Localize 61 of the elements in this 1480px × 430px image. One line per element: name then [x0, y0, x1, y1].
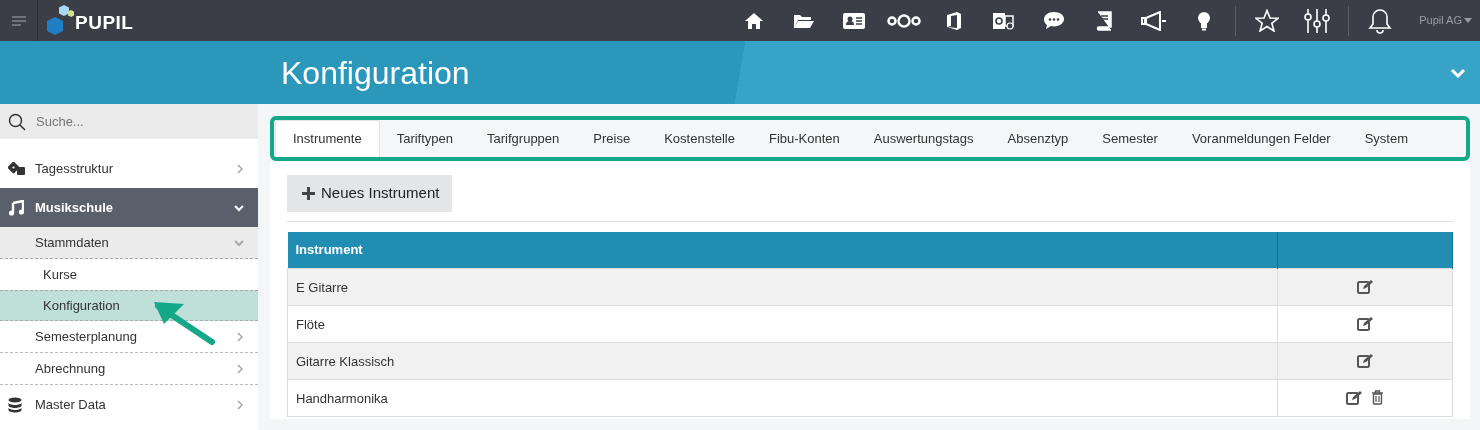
search-icon [8, 112, 26, 131]
sidebar-item[interactable]: Semesterplanung [0, 321, 258, 353]
notification-bell-icon[interactable] [1368, 7, 1393, 34]
chevron-down-icon [234, 239, 244, 247]
user-menu[interactable]: Pupil AG [1419, 12, 1462, 29]
search-field[interactable]: Suche... [0, 104, 258, 139]
folder-icon[interactable] [793, 12, 816, 29]
chevron-right-icon [237, 164, 244, 175]
sidebar-item[interactable]: Stammdaten [0, 227, 258, 259]
tab[interactable]: Absenztyp [990, 120, 1086, 157]
music-note-icon [8, 199, 24, 216]
database-icon [8, 396, 22, 413]
contact-card-icon[interactable] [843, 12, 866, 29]
star-icon[interactable] [1255, 9, 1280, 32]
sidebar-item[interactable]: Tagesstruktur [0, 149, 258, 188]
new-instrument-button[interactable]: Neues Instrument [287, 175, 453, 212]
sidebar-item[interactable]: Master Data [0, 385, 258, 424]
chevron-right-icon [237, 400, 244, 411]
tab[interactable]: Auswertungstags [856, 120, 991, 157]
edit-icon[interactable] [1356, 352, 1374, 368]
logo-text: PUPIL [75, 11, 134, 35]
chevron-down-icon [234, 204, 244, 212]
tab[interactable]: Semester [1085, 120, 1175, 157]
table-cell: Handharmonika [287, 379, 1278, 417]
tab[interactable]: Preise [576, 120, 648, 157]
caret-icon[interactable] [1464, 18, 1472, 23]
search-field[interactable]: Suche... [34, 110, 234, 133]
mail-calendar-icon[interactable] [993, 10, 1016, 31]
tab[interactable]: System [1347, 120, 1425, 157]
sidebar-item[interactable]: Konfiguration [0, 290, 258, 321]
home-icon[interactable] [744, 11, 765, 30]
edit-icon[interactable] [1346, 389, 1363, 405]
chevron-right-icon [237, 332, 244, 343]
column-header: Instrument [287, 231, 1278, 269]
tab[interactable]: Tariftypen [379, 120, 471, 157]
tab[interactable]: Kostenstelle [647, 120, 752, 157]
tab[interactable]: Instrumente [275, 120, 380, 157]
plus-icon [302, 186, 315, 200]
page-title: Konfiguration [281, 53, 471, 93]
trash-icon[interactable] [1371, 389, 1384, 405]
edit-icon[interactable] [1356, 278, 1374, 294]
logo-icon [46, 3, 74, 38]
sidebar-item[interactable]: Kurse [0, 259, 258, 290]
office-icon[interactable] [946, 10, 963, 31]
dice-icon [8, 161, 26, 176]
edit-icon[interactable] [1356, 315, 1374, 331]
sliders-icon[interactable] [1304, 7, 1331, 34]
megaphone-icon[interactable] [1141, 10, 1168, 31]
tab[interactable]: Tarifgruppen [470, 120, 577, 157]
rings-icon[interactable] [887, 13, 922, 28]
lightbulb-icon[interactable] [1197, 10, 1212, 31]
table-cell: Gitarre Klassisch [287, 342, 1278, 380]
sidebar-item[interactable]: Musikschule [0, 188, 258, 227]
tab[interactable]: Fibu-Konten [752, 120, 857, 157]
tab[interactable]: Voranmeldungen Felder [1174, 120, 1348, 157]
sidebar-item[interactable]: Abrechnung [0, 353, 258, 385]
chat-icon[interactable] [1043, 11, 1066, 30]
table-cell: E Gitarre [287, 268, 1278, 306]
table-cell: Flöte [287, 305, 1278, 343]
chevron-right-icon [237, 364, 244, 375]
chevron-down-icon[interactable] [1450, 67, 1466, 78]
